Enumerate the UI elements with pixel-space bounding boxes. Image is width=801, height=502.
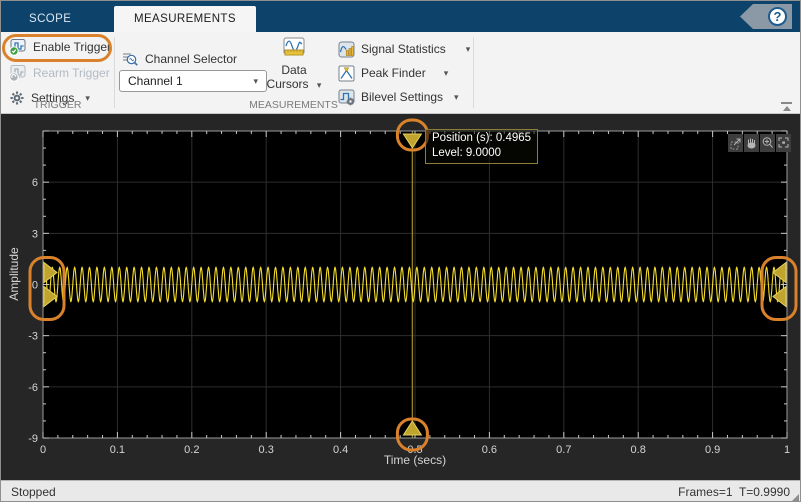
status-bar: Stopped Frames=1 T=0.9990 — [1, 480, 800, 502]
scope-display-panel: 00.10.20.30.40.50.60.70.80.91630-3-6-9 P… — [1, 114, 800, 480]
signal-statistics-label: Signal Statistics — [361, 42, 446, 56]
collapse-toolstrip-icon[interactable] — [780, 102, 793, 111]
data-cursors-label-line1: Data — [259, 63, 329, 77]
toolstrip-tab-bar: SCOPE MEASUREMENTS ? — [1, 1, 800, 32]
data-cursors-icon — [282, 37, 306, 60]
x-axis-label: Time (secs) — [43, 453, 787, 467]
resize-grip[interactable] — [791, 494, 799, 502]
scope-window: SCOPE MEASUREMENTS ? Enable Trigger — [0, 0, 801, 502]
trigger-section-label: TRIGGER — [1, 99, 114, 111]
y-tick-label: -6 — [28, 382, 38, 394]
trigger-tooltip-level: Level: 9.0000 — [432, 146, 531, 161]
y-tick-label: 3 — [32, 228, 38, 240]
tab-measurements[interactable]: MEASUREMENTS — [114, 6, 256, 32]
help-button[interactable]: ? — [740, 4, 792, 29]
signal-statistics-icon — [338, 41, 355, 58]
channel-selector-button[interactable]: Channel Selector — [121, 48, 237, 70]
status-text: Stopped — [11, 485, 56, 499]
trigger-tooltip: Position (s): 0.4965 Level: 9.0000 — [425, 129, 538, 164]
help-icon: ? — [768, 7, 787, 26]
peak-finder-label: Peak Finder — [361, 66, 426, 80]
channel-dropdown[interactable]: Channel 1 ▾ — [119, 70, 267, 92]
chevron-down-icon: ▾ — [317, 80, 322, 90]
trigger-tooltip-position: Position (s): 0.4965 — [432, 131, 531, 146]
pan-icon — [748, 143, 756, 149]
data-cursors-label-line2: Cursors ▾ — [259, 77, 329, 92]
y-tick-label: -9 — [28, 433, 38, 445]
rearm-trigger-button: Rearm Trigger — [9, 62, 110, 84]
channel-selector-label: Channel Selector — [145, 52, 237, 66]
fit-view-icon — [782, 142, 785, 144]
measurements-section-label: MEASUREMENTS — [114, 99, 473, 111]
enable-trigger-icon — [9, 38, 27, 56]
y-axis-label: Amplitude — [7, 174, 23, 374]
channel-selector-icon — [121, 50, 139, 68]
frames-time-readout: Frames=1 T=0.9990 — [678, 485, 790, 499]
peak-finder-icon — [338, 65, 355, 82]
y-tick-label: 6 — [32, 177, 38, 189]
chevron-down-icon: ▾ — [466, 44, 471, 55]
peak-finder-button[interactable]: Peak Finder ▾ — [338, 62, 448, 84]
chevron-down-icon: ▾ — [444, 68, 449, 79]
enable-trigger-button[interactable]: Enable Trigger — [9, 36, 111, 58]
y-tick-label: 0 — [32, 280, 38, 292]
chevron-down-icon: ▾ — [253, 76, 258, 87]
rearm-trigger-label: Rearm Trigger — [33, 66, 110, 80]
channel-dropdown-value: Channel 1 — [128, 74, 242, 88]
y-tick-label: -3 — [28, 331, 38, 343]
data-cursors-button[interactable]: Data Cursors ▾ — [259, 37, 329, 92]
rearm-trigger-icon — [9, 64, 27, 82]
enable-trigger-label: Enable Trigger — [33, 40, 111, 54]
toolstrip: Enable Trigger Rearm Trigger Settings ▾ … — [1, 32, 800, 114]
signal-statistics-button[interactable]: Signal Statistics ▾ — [338, 38, 470, 60]
scope-plot-area[interactable]: 00.10.20.30.40.50.60.70.80.91630-3-6-9 — [1, 114, 801, 480]
section-divider — [114, 37, 115, 108]
section-divider — [473, 37, 474, 108]
tab-scope[interactable]: SCOPE — [9, 6, 91, 32]
